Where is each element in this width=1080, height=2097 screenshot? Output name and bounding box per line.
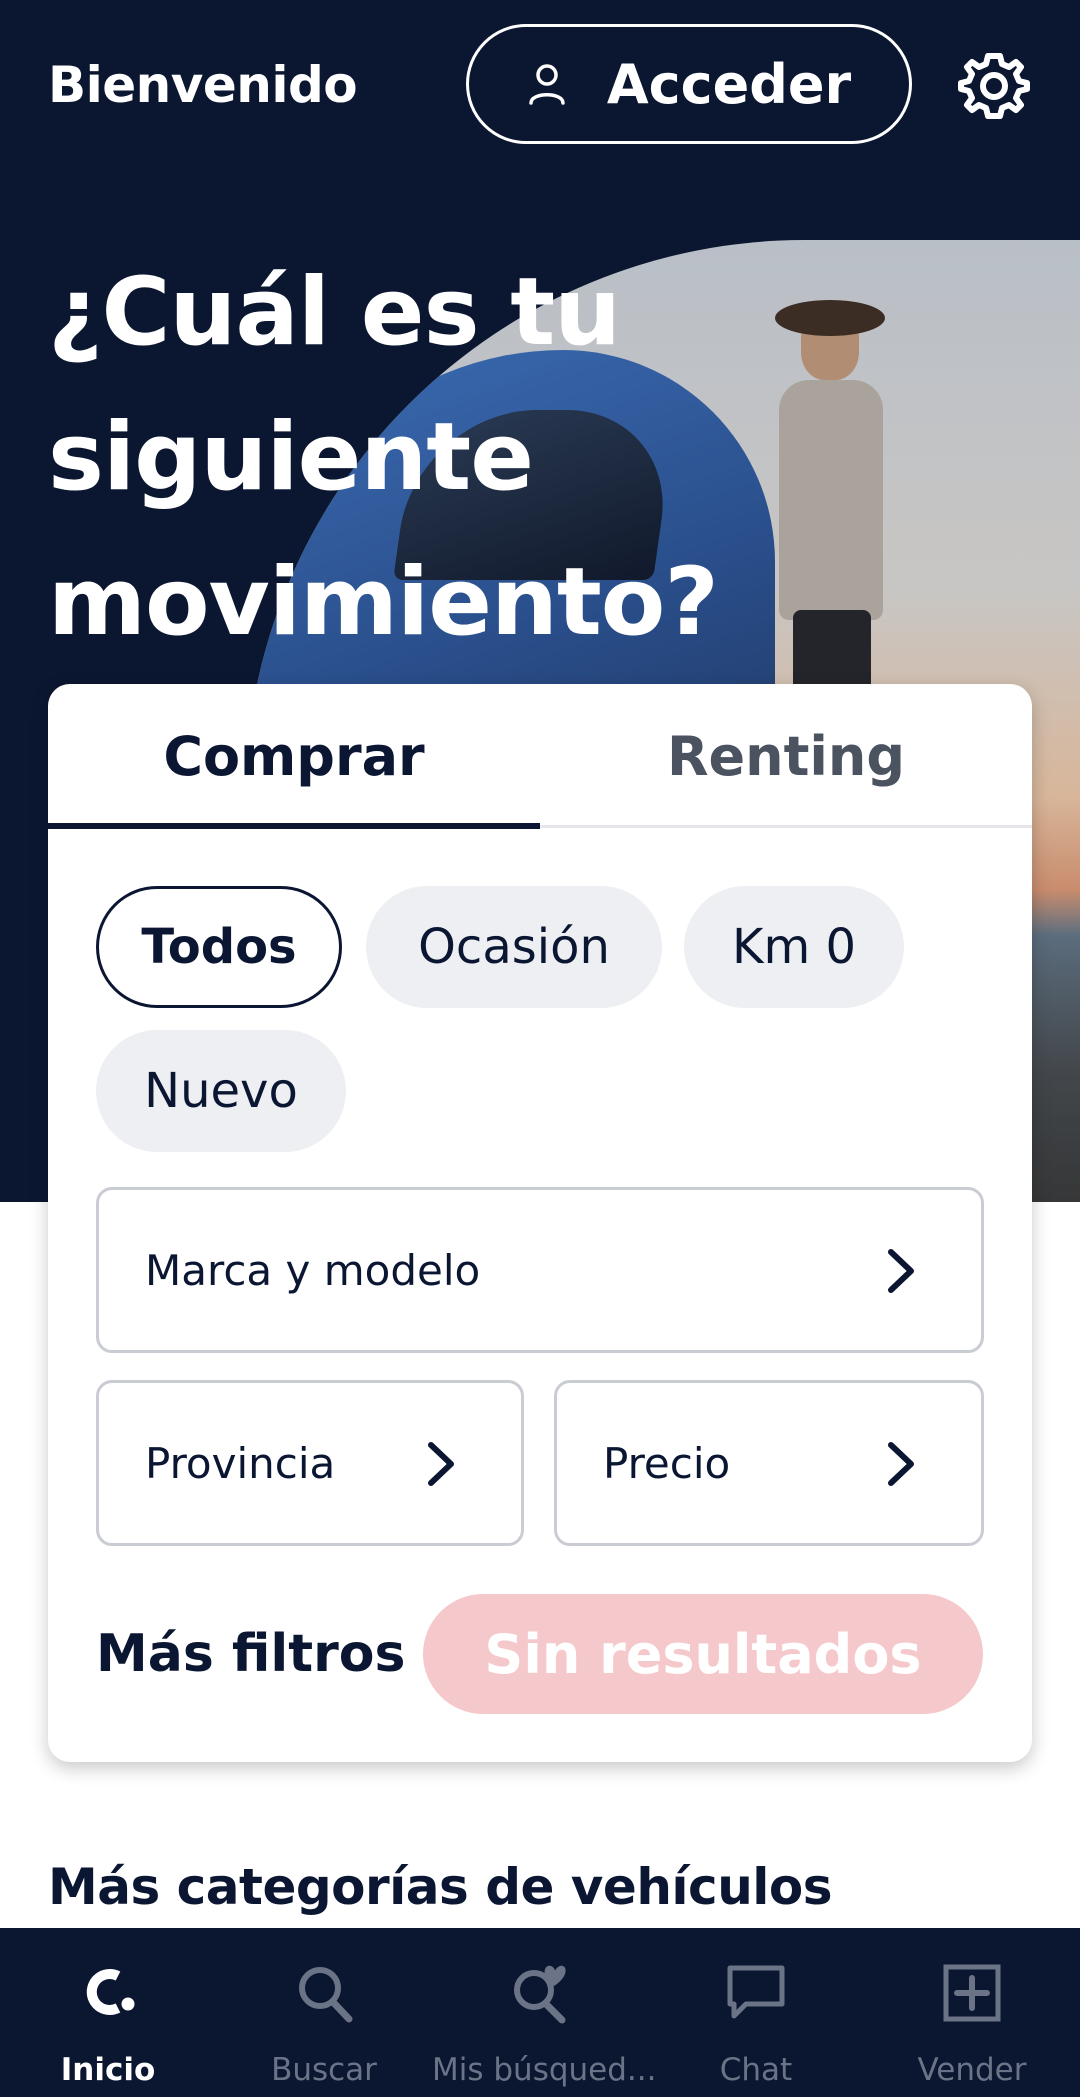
tab-renting[interactable]: Renting xyxy=(540,684,1032,828)
nav-label: Vender xyxy=(917,2052,1027,2088)
hero-headline: ¿Cuál es tu siguiente movimiento? xyxy=(48,258,719,657)
nav-label: Chat xyxy=(719,2052,793,2088)
nav-label: Mis búsqued... xyxy=(432,2052,657,2088)
chevron-right-icon xyxy=(428,1442,454,1486)
chip-km0[interactable]: Km 0 xyxy=(684,886,904,1008)
welcome-title: Bienvenido xyxy=(48,56,358,114)
chat-icon xyxy=(727,1965,785,2019)
more-categories-heading: Más categorías de vehículos xyxy=(48,1858,833,1916)
nav-item-inicio[interactable]: Inicio xyxy=(0,1928,216,2097)
chip-nuevo[interactable]: Nuevo xyxy=(96,1030,346,1152)
bottom-navigation: Inicio Buscar Mis búsqued... Chat Vender xyxy=(0,1928,1080,2097)
province-label: Provincia xyxy=(145,1438,336,1488)
nav-item-vender[interactable]: Vender xyxy=(864,1928,1080,2097)
login-button[interactable]: Acceder xyxy=(466,24,912,144)
nav-item-chat[interactable]: Chat xyxy=(648,1928,864,2097)
saved-search-heart-icon xyxy=(514,1965,566,2024)
province-field[interactable]: Provincia xyxy=(96,1380,524,1546)
user-icon xyxy=(529,64,565,105)
active-tab-indicator xyxy=(48,823,540,829)
plus-square-icon xyxy=(943,1964,1001,2022)
price-label: Precio xyxy=(603,1438,731,1488)
nav-item-mis-busquedas[interactable]: Mis búsqued... xyxy=(432,1928,657,2097)
login-label: Acceder xyxy=(606,52,852,116)
tab-comprar[interactable]: Comprar xyxy=(48,684,540,828)
chevron-right-icon xyxy=(888,1249,914,1293)
brand-model-label: Marca y modelo xyxy=(145,1245,481,1295)
nav-label: Buscar xyxy=(271,2052,377,2088)
search-icon xyxy=(299,1967,353,2023)
logo-icon xyxy=(86,1969,135,2015)
more-filters-link[interactable]: Más filtros xyxy=(96,1594,405,1714)
chevron-right-icon xyxy=(888,1442,914,1486)
price-field[interactable]: Precio xyxy=(554,1380,984,1546)
tab-bar: Comprar Renting xyxy=(48,684,1032,829)
nav-label: Inicio xyxy=(60,2052,156,2088)
chip-ocasion[interactable]: Ocasión xyxy=(366,886,662,1008)
chip-todos[interactable]: Todos xyxy=(96,886,342,1008)
gear-icon[interactable] xyxy=(958,50,1030,122)
results-button[interactable]: Sin resultados xyxy=(423,1594,983,1714)
brand-model-field[interactable]: Marca y modelo xyxy=(96,1187,984,1353)
nav-item-buscar[interactable]: Buscar xyxy=(216,1928,432,2097)
search-card: Comprar Renting Todos Ocasión Km 0 Nuevo… xyxy=(48,684,1032,1762)
